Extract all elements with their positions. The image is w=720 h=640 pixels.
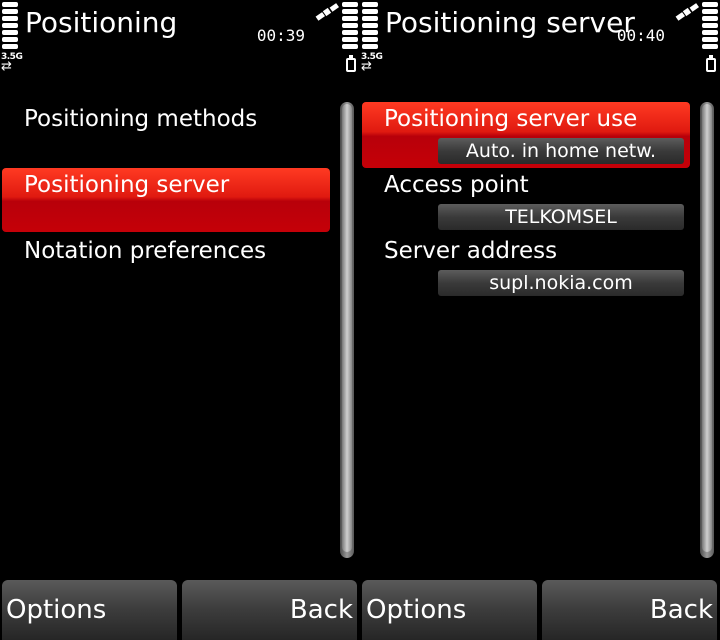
- list-item-notation-preferences[interactable]: Notation preferences: [2, 234, 330, 296]
- setting-label: Server address: [384, 238, 558, 264]
- page-title: Positioning: [25, 6, 178, 39]
- page-title: Positioning server: [385, 6, 635, 39]
- list-item-label: Positioning methods: [24, 106, 258, 132]
- clock: 00:40: [616, 26, 665, 45]
- scrollbar-thumb[interactable]: [702, 104, 712, 552]
- clock: 00:39: [256, 26, 305, 45]
- scrollbar[interactable]: [700, 102, 714, 558]
- data-transfer-icon: ⇄: [1, 59, 12, 74]
- battery-icon: [346, 55, 356, 72]
- back-button[interactable]: Back: [182, 580, 357, 640]
- setting-label: Positioning server use: [384, 106, 638, 132]
- setting-label: Access point: [384, 172, 529, 198]
- positioning-server-screen: 3.5G ⇄ Positioning server 00:40 Position…: [360, 0, 720, 640]
- scrollbar-thumb[interactable]: [342, 104, 352, 552]
- battery-level-icon: [702, 2, 718, 51]
- options-button[interactable]: Options: [362, 580, 537, 640]
- gps-satellite-icon: [675, 3, 699, 21]
- list-item-positioning-methods[interactable]: Positioning methods: [2, 102, 330, 164]
- setting-server-address[interactable]: Server address supl.nokia.com: [362, 234, 690, 300]
- battery-level-icon: [342, 2, 358, 51]
- list-item-positioning-server[interactable]: Positioning server: [2, 168, 330, 232]
- list-item-label: Notation preferences: [24, 238, 267, 264]
- data-transfer-icon: ⇄: [361, 59, 372, 74]
- options-button[interactable]: Options: [2, 580, 177, 640]
- signal-strength-icon: [2, 2, 18, 51]
- list-item-label: Positioning server: [24, 172, 230, 198]
- gps-satellite-icon: [315, 3, 339, 21]
- setting-access-point[interactable]: Access point TELKOMSEL: [362, 168, 690, 234]
- setting-value-field[interactable]: Auto. in home netw.: [438, 138, 684, 164]
- signal-strength-icon: [362, 2, 378, 51]
- setting-value-field[interactable]: supl.nokia.com: [438, 270, 684, 296]
- positioning-screen: 3.5G ⇄ Positioning 00:39 Positioning met…: [0, 0, 360, 640]
- battery-icon: [706, 55, 716, 72]
- setting-value-field[interactable]: TELKOMSEL: [438, 204, 684, 230]
- scrollbar[interactable]: [340, 102, 354, 558]
- setting-positioning-server-use[interactable]: Positioning server use Auto. in home net…: [362, 102, 690, 168]
- back-button[interactable]: Back: [542, 580, 717, 640]
